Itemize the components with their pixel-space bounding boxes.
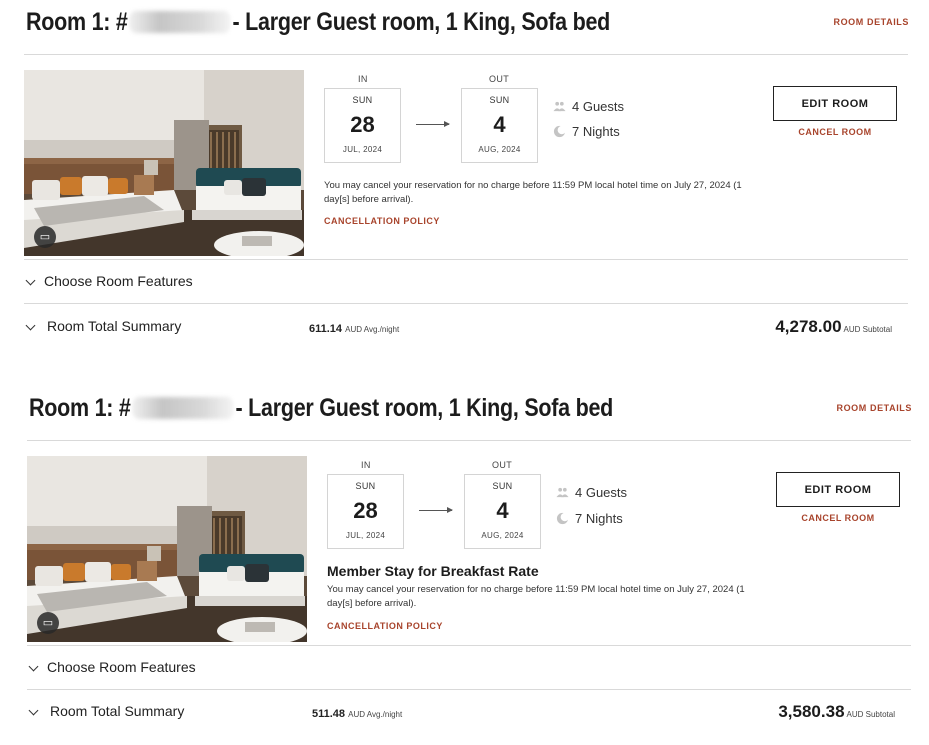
room-title: Room 1: # - Larger Guest room, 1 King, So… <box>29 394 614 422</box>
edit-room-button[interactable]: EDIT ROOM <box>776 472 900 507</box>
choose-room-features-toggle[interactable]: Choose Room Features <box>24 273 193 289</box>
cancel-room-link[interactable]: CANCEL ROOM <box>773 127 897 137</box>
edit-room-button[interactable]: EDIT ROOM <box>773 86 897 121</box>
cancellation-text: You may cancel your reservation for no c… <box>327 584 745 609</box>
check-out-date: SUN 4 AUG, 2024 <box>461 88 538 163</box>
check-in-date: SUN 28 JUL, 2024 <box>327 474 404 549</box>
redacted-confirmation-number <box>129 11 231 33</box>
room-details-link[interactable]: ROOM DETAILS <box>836 403 912 413</box>
cancellation-text: You may cancel your reservation for no c… <box>324 180 742 205</box>
check-out-day: 4 <box>493 112 506 137</box>
choose-room-features-toggle[interactable]: Choose Room Features <box>27 659 196 675</box>
check-out-dow: SUN <box>489 95 510 105</box>
check-out-label: OUT <box>489 74 510 84</box>
subtotal: 3,580.38 AUD Subtotal <box>778 702 895 721</box>
divider <box>27 440 911 441</box>
arrow-right-icon <box>419 507 453 513</box>
chevron-down-icon <box>25 275 36 286</box>
check-in-dow: SUN <box>352 95 373 105</box>
people-icon <box>553 101 566 112</box>
gallery-icon[interactable]: ▭ <box>37 612 59 634</box>
arrow-right-icon <box>416 121 450 127</box>
room-total-summary-toggle[interactable]: Room Total Summary <box>27 703 184 719</box>
chevron-down-icon <box>28 661 39 672</box>
check-out-month-year: AUG, 2024 <box>478 145 521 154</box>
cancel-room-link[interactable]: CANCEL ROOM <box>776 513 900 523</box>
nights-count: 7 Nights <box>553 124 620 139</box>
nights-count: 7 Nights <box>556 511 623 526</box>
check-out-date: SUN 4 AUG, 2024 <box>464 474 541 549</box>
divider <box>27 645 911 646</box>
redacted-confirmation-number <box>132 397 234 419</box>
room-title: Room 1: # - Larger Guest room, 1 King, So… <box>26 8 611 36</box>
cancellation-policy-link[interactable]: CANCELLATION POLICY <box>324 216 440 226</box>
divider <box>24 259 908 260</box>
avg-per-night: 611.14 AUD Avg./night <box>309 323 400 335</box>
divider <box>24 303 908 304</box>
check-in-label: IN <box>358 74 368 84</box>
check-in-day: 28 <box>350 112 375 137</box>
room-photo[interactable]: ▭ <box>24 70 304 256</box>
check-in-month-year: JUL, 2024 <box>342 145 383 154</box>
check-out-dow: SUN <box>492 481 513 491</box>
guests-count: 4 Guests <box>556 485 627 500</box>
guests-count: 4 Guests <box>553 99 624 114</box>
check-out-month-year: AUG, 2024 <box>481 531 524 540</box>
room-details-link[interactable]: ROOM DETAILS <box>833 17 909 27</box>
check-out-label: OUT <box>492 460 513 470</box>
cancellation-policy-link[interactable]: CANCELLATION POLICY <box>327 621 443 631</box>
rate-name: Member Stay for Breakfast Rate <box>327 563 539 579</box>
people-icon <box>556 487 569 498</box>
chevron-down-icon <box>28 705 39 716</box>
check-in-month-year: JUL, 2024 <box>345 531 386 540</box>
chevron-down-icon <box>25 320 36 331</box>
avg-per-night: 511.48 AUD Avg./night <box>312 708 403 720</box>
room-photo[interactable]: ▭ <box>27 456 307 642</box>
check-in-date: SUN 28 JUL, 2024 <box>324 88 401 163</box>
check-in-label: IN <box>361 460 371 470</box>
check-in-day: 28 <box>353 498 378 523</box>
divider <box>24 54 908 55</box>
room-total-summary-toggle[interactable]: Room Total Summary <box>24 318 181 334</box>
gallery-icon[interactable]: ▭ <box>34 226 56 248</box>
subtotal: 4,278.00 AUD Subtotal <box>775 317 892 336</box>
divider <box>27 689 911 690</box>
check-in-dow: SUN <box>355 481 376 491</box>
moon-icon <box>553 125 566 138</box>
moon-icon <box>556 512 569 525</box>
check-out-day: 4 <box>496 498 509 523</box>
